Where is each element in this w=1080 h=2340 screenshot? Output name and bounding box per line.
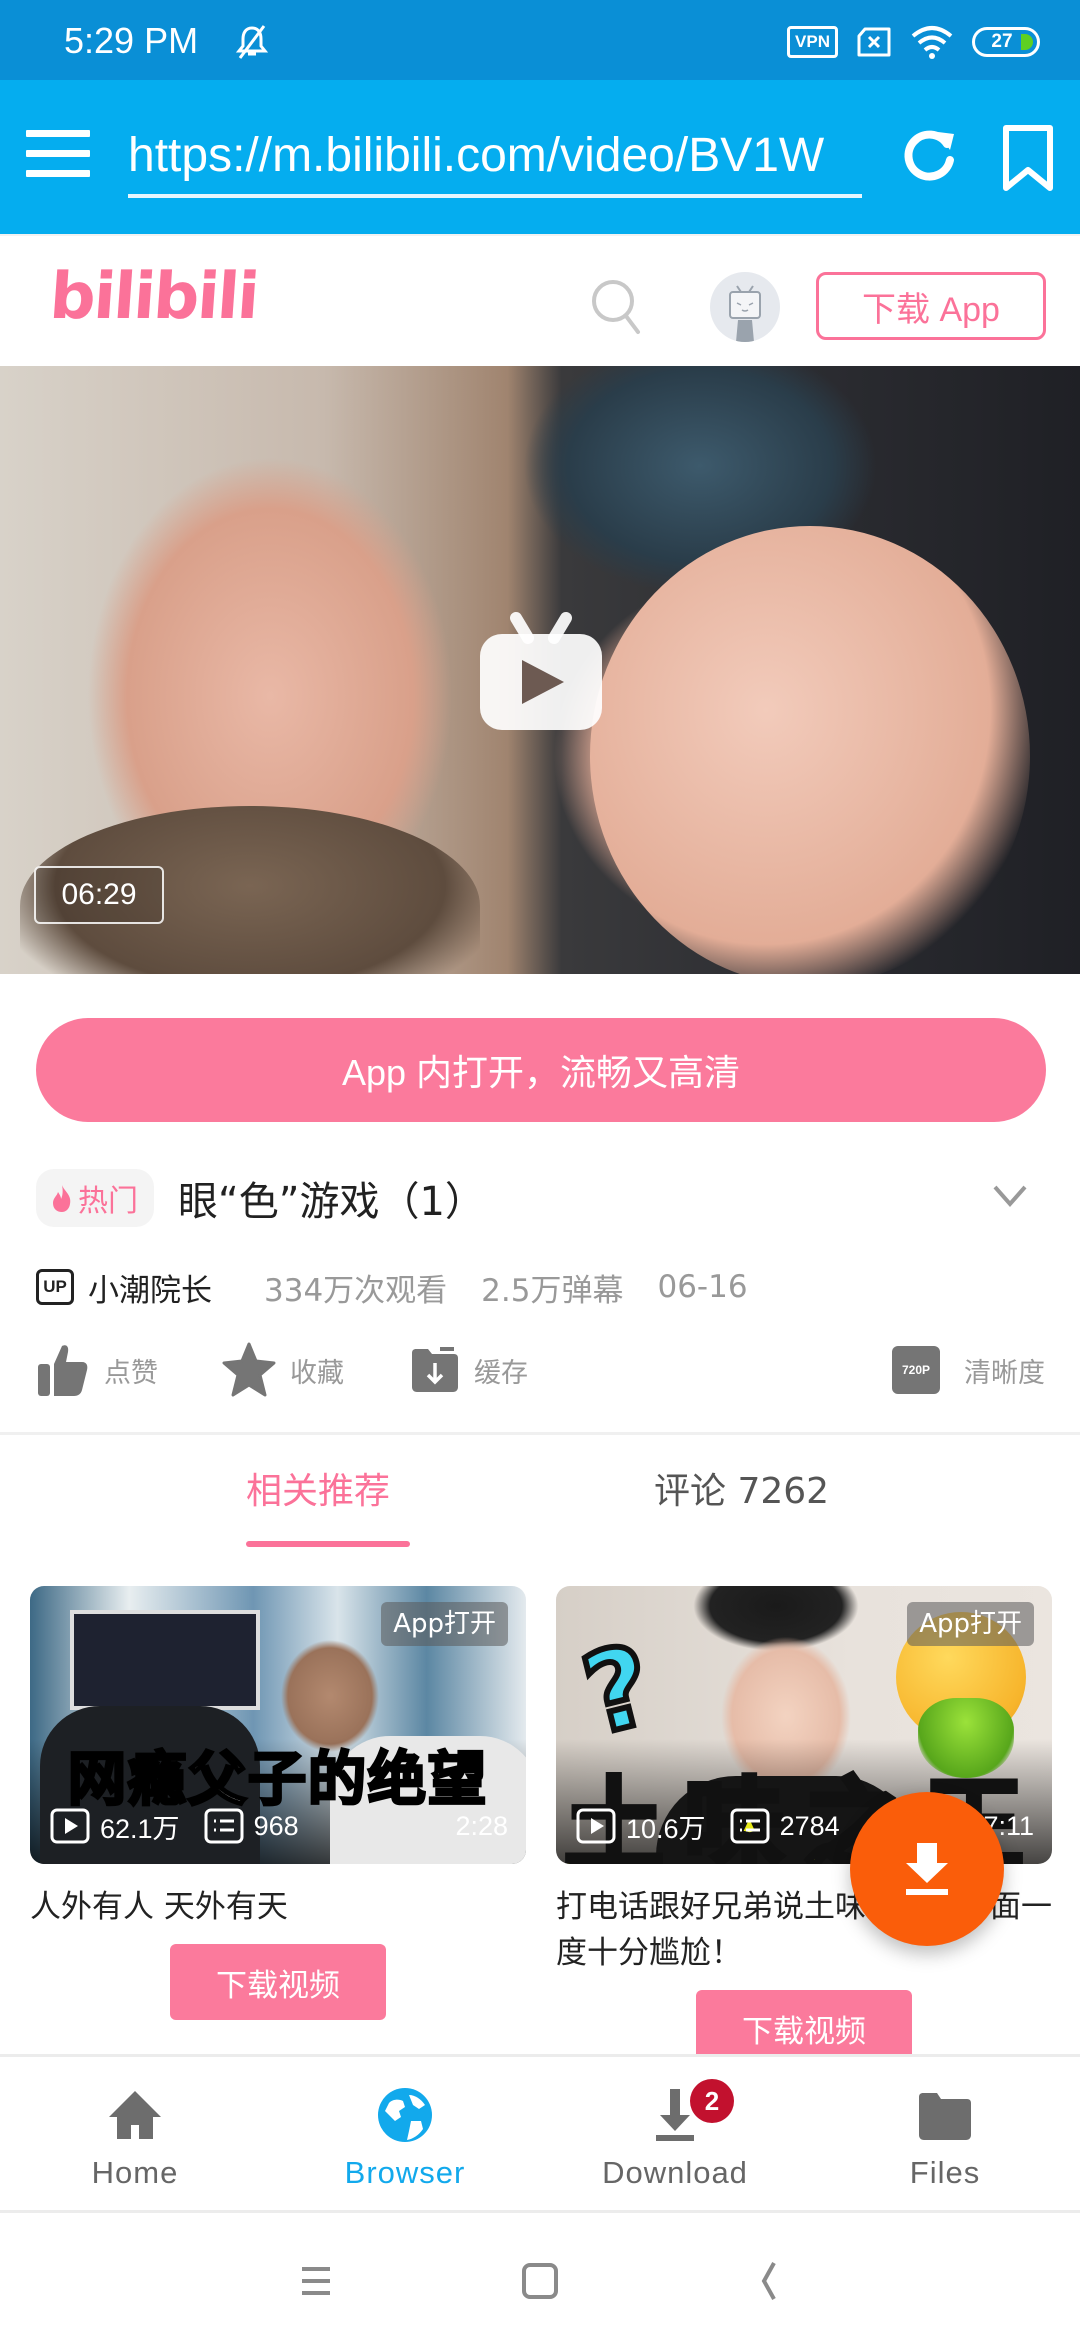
hot-tag-label: 热门 xyxy=(78,1184,138,1219)
folder-icon xyxy=(919,2093,971,2140)
tab-comments[interactable]: 评论 7262 xyxy=(654,1462,829,1514)
battery-icon: 27 xyxy=(972,27,1040,57)
bookmark-icon[interactable] xyxy=(1000,124,1056,194)
star-icon xyxy=(222,1342,276,1397)
vpn-icon: VPN xyxy=(787,26,838,58)
thumbs-up-icon xyxy=(38,1345,88,1396)
like-button[interactable]: 点赞 xyxy=(36,1338,158,1402)
nav-browser[interactable]: Browser xyxy=(270,2057,540,2210)
uploader-name[interactable]: 小潮院长 xyxy=(88,1265,212,1310)
url-input[interactable]: https://m.bilibili.com/video/BV1W xyxy=(128,124,862,188)
mute-icon xyxy=(235,25,269,59)
cache-download-icon xyxy=(412,1347,458,1392)
chevron-down-icon[interactable] xyxy=(992,1182,1028,1210)
like-label: 点赞 xyxy=(104,1357,158,1389)
quality-720p-icon: 720P xyxy=(892,1346,940,1394)
no-sim-icon xyxy=(857,27,891,57)
app-open-tag[interactable]: App打开 xyxy=(381,1602,508,1646)
avatar[interactable] xyxy=(710,272,780,342)
status-icons: VPN 27 xyxy=(787,22,1040,62)
video-duration: 2:28 xyxy=(455,1810,508,1841)
nav-label: Home xyxy=(91,2155,179,2190)
reload-icon[interactable] xyxy=(900,126,960,186)
battery-level: 27 xyxy=(991,31,1013,52)
nav-download[interactable]: 2 Download xyxy=(540,2057,810,2210)
danmaku-count: 2784 xyxy=(779,1810,840,1841)
menu-button[interactable] xyxy=(26,130,90,182)
danmaku-icon xyxy=(204,1808,244,1844)
globe-icon xyxy=(378,2088,432,2142)
cache-label: 缓存 xyxy=(474,1357,528,1389)
video-title-row: 热门 眼“色”游戏（1） xyxy=(36,1168,1046,1228)
nav-label: Download xyxy=(602,2155,748,2190)
home-square-icon[interactable] xyxy=(510,2251,570,2311)
play-count: 62.1万 xyxy=(100,1813,180,1844)
app-open-tag[interactable]: App打开 xyxy=(907,1602,1034,1646)
home-icon xyxy=(109,2091,161,2139)
view-count: 334万次观看 xyxy=(264,1272,448,1309)
card-title[interactable]: 人外有人 天外有天 xyxy=(30,1884,526,1930)
tv-mascot-avatar xyxy=(729,285,761,342)
hamburger-icon xyxy=(26,130,90,137)
video-meta: UP 小潮院长 334万次观看 2.5万弹幕 06-16 xyxy=(36,1262,782,1312)
flame-icon xyxy=(53,1185,71,1212)
nav-files[interactable]: Files xyxy=(810,2057,1080,2210)
download-count-badge: 2 xyxy=(690,2079,734,2123)
status-bar: 5:29 PM VPN 27 xyxy=(0,0,1080,80)
cache-button[interactable]: 缓存 xyxy=(410,1338,528,1402)
play-count-icon xyxy=(576,1808,616,1844)
status-time: 5:29 PM xyxy=(64,20,199,61)
favorite-label: 收藏 xyxy=(290,1357,344,1389)
video-title: 眼“色”游戏（1） xyxy=(178,1179,485,1225)
search-icon[interactable] xyxy=(588,276,648,336)
download-app-button[interactable]: 下载 App xyxy=(816,272,1046,340)
related-video-card[interactable]: 网瘾父子的绝望 App打开 62.1万 968 2:28 人外有人 天外有天 下… xyxy=(30,1586,526,2020)
up-badge: UP xyxy=(36,1269,74,1305)
quality-label: 清晰度 xyxy=(964,1357,1045,1389)
download-icon xyxy=(906,1843,948,1895)
section-divider xyxy=(0,1432,1080,1435)
back-icon[interactable] xyxy=(738,2251,798,2311)
site-header: bilibili 下载 App xyxy=(0,234,1080,366)
active-tab-indicator xyxy=(246,1541,410,1547)
video-player[interactable]: 06:29 xyxy=(0,366,1080,974)
bilibili-tv-play-icon[interactable] xyxy=(478,612,604,732)
hot-tag: 热门 xyxy=(36,1169,154,1227)
wifi-icon xyxy=(911,26,953,59)
thumbnail-stats: 62.1万 968 2:28 xyxy=(50,1806,508,1846)
play-count: 10.6万 xyxy=(626,1813,706,1844)
video-thumbnail[interactable]: 网瘾父子的绝望 App打开 62.1万 968 2:28 xyxy=(30,1586,526,1864)
danmaku-icon xyxy=(730,1808,770,1844)
publish-date: 06-16 xyxy=(657,1269,748,1305)
system-nav-bar xyxy=(0,2213,1080,2340)
nav-label: Browser xyxy=(344,2155,466,2190)
action-row: 点赞 收藏 缓存 720P 清晰度 xyxy=(36,1338,1046,1402)
download-video-button[interactable]: 下载视频 xyxy=(170,1944,386,2020)
bottom-nav: Home Browser 2 Download Files xyxy=(0,2054,1080,2210)
quality-button[interactable]: 720P 清晰度 xyxy=(892,1338,1045,1402)
open-in-app-button[interactable]: App 内打开，流畅又高清 xyxy=(36,1018,1046,1122)
thumbnail-caption: 网瘾父子的绝望 xyxy=(66,1744,488,1815)
url-underline xyxy=(128,194,862,198)
danmaku-count: 2.5万弹幕 xyxy=(481,1272,624,1309)
video-duration: 06:29 xyxy=(34,866,164,924)
download-fab[interactable] xyxy=(850,1792,1004,1946)
bilibili-logo[interactable]: bilibili xyxy=(47,260,259,334)
play-count-icon xyxy=(50,1808,90,1844)
nav-home[interactable]: Home xyxy=(0,2057,270,2210)
danmaku-count: 968 xyxy=(253,1810,299,1841)
tab-related[interactable]: 相关推荐 xyxy=(246,1462,390,1514)
favorite-button[interactable]: 收藏 xyxy=(222,1338,344,1402)
recents-icon[interactable] xyxy=(286,2251,346,2311)
browser-toolbar: https://m.bilibili.com/video/BV1W xyxy=(0,80,1080,234)
nav-label: Files xyxy=(909,2155,981,2190)
